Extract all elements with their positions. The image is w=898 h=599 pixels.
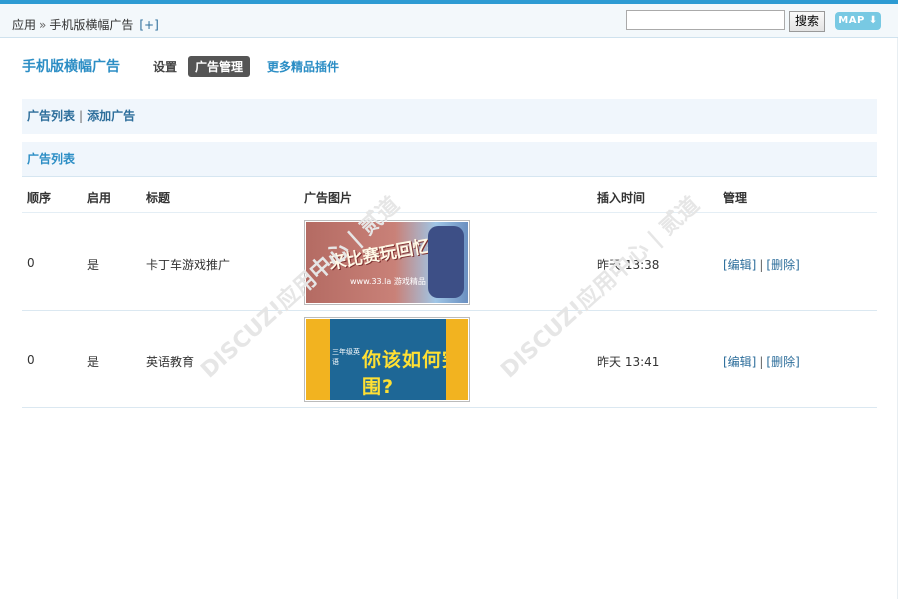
- column-title: 标题: [146, 191, 171, 205]
- page-header: 手机版横幅广告 设置 广告管理 更多精品插件: [22, 55, 350, 77]
- banner-right-panel: [446, 319, 468, 400]
- ad-banner-image: 来比赛玩回忆吧! www.33.la 游戏精品: [306, 222, 468, 303]
- tab-settings[interactable]: 设置: [146, 56, 184, 77]
- breadcrumb: 应用» 手机版横幅广告 [+]: [12, 16, 159, 33]
- subnav-separator: |: [79, 109, 84, 123]
- row-time: 昨天 13:38: [597, 258, 660, 272]
- arrow-down-icon: ⬇: [868, 15, 878, 26]
- search-input[interactable]: [626, 10, 785, 30]
- tab-more-plugins[interactable]: 更多精品插件: [260, 56, 346, 77]
- add-ad-link[interactable]: 添加广告: [87, 109, 135, 123]
- column-image: 广告图片: [304, 191, 353, 205]
- section-title: 广告列表: [22, 142, 877, 177]
- map-button[interactable]: MAP ⬇: [835, 12, 881, 30]
- ad-banner-subtext: www.33.la 游戏精品: [350, 277, 426, 286]
- sub-navigation: 广告列表 | 添加广告: [22, 99, 877, 134]
- column-enabled: 启用: [87, 191, 112, 205]
- edit-link[interactable]: [编辑]: [723, 258, 756, 272]
- table-header: 顺序 启用 标题 广告图片 插入时间 管理: [22, 178, 877, 213]
- row-manage: [编辑] | [删除]: [723, 256, 800, 273]
- breadcrumb-root[interactable]: 应用: [12, 18, 36, 32]
- character-figure: [428, 226, 464, 298]
- column-time: 插入时间: [597, 191, 646, 205]
- ad-list-link[interactable]: 广告列表: [27, 109, 75, 123]
- column-order: 顺序: [27, 191, 52, 205]
- table-row: 0 是 英语教育 三年级英语 你该如何突围? 昨天 13:41 [编辑] | [删除…: [22, 311, 877, 408]
- add-shortcut-link[interactable]: [+]: [139, 18, 158, 32]
- manage-separator: |: [759, 258, 764, 272]
- row-manage: [编辑] | [删除]: [723, 353, 800, 370]
- edit-link[interactable]: [编辑]: [723, 355, 756, 369]
- search-button[interactable]: 搜索: [789, 11, 825, 32]
- row-title: 卡丁车游戏推广: [146, 258, 231, 272]
- table-row: 0 是 卡丁车游戏推广 来比赛玩回忆吧! www.33.la 游戏精品 昨天 1…: [22, 214, 877, 311]
- top-bar: 应用» 手机版横幅广告 [+] 搜索 MAP ⬇: [0, 4, 898, 38]
- delete-link[interactable]: [删除]: [766, 355, 799, 369]
- column-manage: 管理: [723, 191, 748, 205]
- manage-separator: |: [759, 355, 764, 369]
- ad-banner-image: 三年级英语 你该如何突围?: [306, 319, 468, 400]
- breadcrumb-current: 手机版横幅广告: [49, 18, 134, 32]
- breadcrumb-separator: »: [39, 18, 47, 32]
- ad-image-thumbnail[interactable]: 三年级英语 你该如何突围?: [304, 317, 470, 402]
- row-order: 0: [27, 256, 35, 270]
- page-title: 手机版横幅广告: [22, 59, 120, 75]
- row-enabled: 是: [87, 258, 100, 272]
- row-order: 0: [27, 353, 35, 367]
- row-title: 英语教育: [146, 355, 195, 369]
- map-button-label: MAP: [838, 15, 865, 26]
- tab-ad-management[interactable]: 广告管理: [188, 55, 251, 77]
- delete-link[interactable]: [删除]: [766, 258, 799, 272]
- ad-image-thumbnail[interactable]: 来比赛玩回忆吧! www.33.la 游戏精品: [304, 220, 470, 305]
- row-time: 昨天 13:41: [597, 355, 660, 369]
- row-enabled: 是: [87, 355, 100, 369]
- banner-left-panel: [306, 319, 330, 400]
- ad-banner-subtext: 三年级英语: [332, 348, 360, 366]
